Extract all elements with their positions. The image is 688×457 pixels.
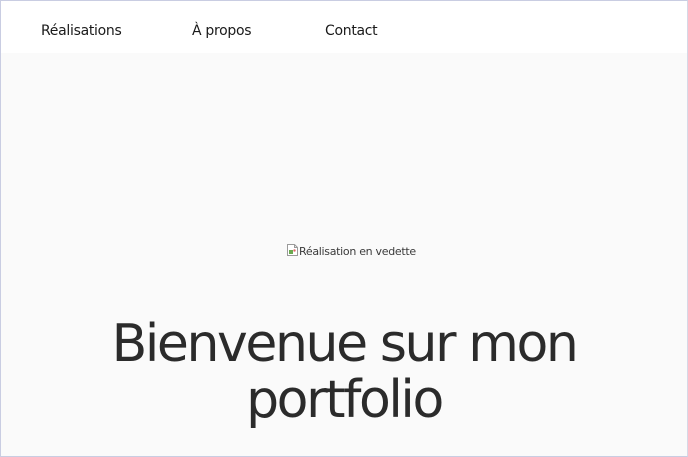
broken-image-icon	[287, 244, 298, 256]
hero-title-line-2: portfolio	[246, 370, 444, 430]
nav-link-contact[interactable]: Contact	[325, 23, 378, 39]
featured-image-alt-text: Réalisation en vedette	[299, 244, 416, 258]
nav-link-a-propos[interactable]: À propos	[192, 23, 252, 39]
browser-viewport: Réalisations À propos Contact Réalisatio…	[0, 0, 688, 457]
featured-image: Réalisation en vedette	[287, 243, 416, 259]
nav-link-realisations[interactable]: Réalisations	[41, 23, 122, 39]
hero-title-line-1: Bienvenue sur mon	[111, 314, 579, 374]
hero-title: Bienvenue sur mon portfolio	[1, 316, 687, 428]
main-navigation: Réalisations À propos Contact	[1, 1, 687, 53]
